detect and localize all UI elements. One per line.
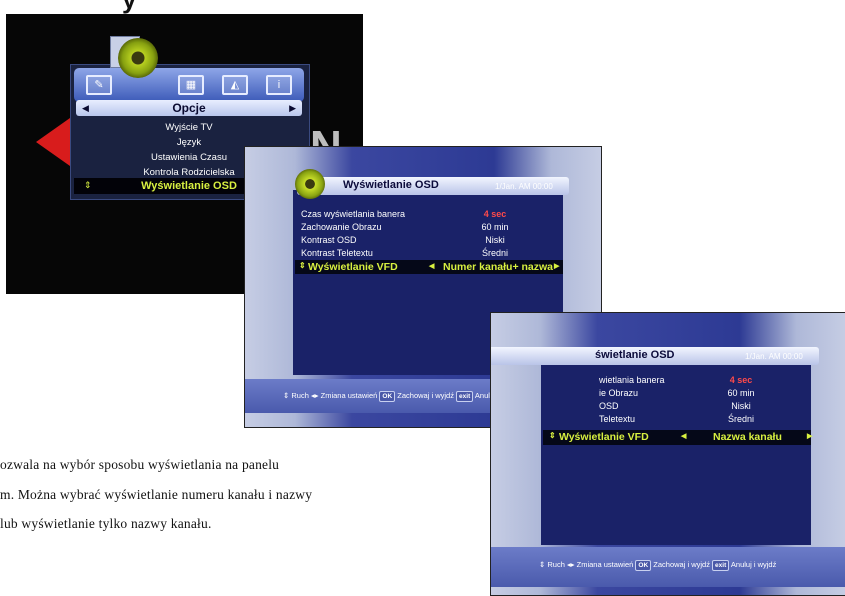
picture-icon[interactable]: ◭ [222,75,248,95]
settings-title: Wyświetlanie OSD [343,179,439,191]
banner-time-value[interactable]: 4 sec [445,209,545,219]
leftright-arrow-icon: ◂▸ [567,560,575,569]
teletext-contrast-value[interactable]: Średni [691,414,791,424]
menu-item-tv-output[interactable]: Wyjście TV [74,120,304,135]
brand-logo-arrow [36,118,70,166]
arrow-right-icon[interactable]: ▶ [289,103,296,114]
osd-contrast-label[interactable]: Kontrast OSD [301,235,357,245]
hint-save: Zachowaj i wyjdź [653,560,710,569]
picture-keep-label[interactable]: ie Obrazu [599,388,638,398]
osd-contrast-label[interactable]: OSD [599,401,619,411]
updown-arrow-icon: ⇕ [283,391,290,400]
settings-title: świetlanie OSD [595,349,675,361]
page-title-fragment: y [122,0,137,15]
osd-contrast-value[interactable]: Niski [691,401,791,411]
ok-button-icon: OK [635,560,652,571]
banner-time-label[interactable]: Czas wyświetlania banera [301,209,405,219]
section-label: Opcje [172,101,206,115]
vfd-display-label[interactable]: Wyświetlanie VFD [559,431,649,443]
picture-keep-value[interactable]: 60 min [445,222,545,232]
arrow-left-icon[interactable]: ◀ [681,432,686,440]
arrow-left-icon[interactable]: ◀ [82,103,89,114]
hint-move: Ruch [291,391,309,400]
key-hints: ⇕ Ruch ◂▸ Zmiana ustawień OK Zachowaj i … [539,560,776,571]
calendar-icon[interactable]: ▦ [178,75,204,95]
hint-change: Zmiana ustawień [320,391,378,400]
arrow-right-icon[interactable]: ▶ [554,262,559,270]
hint-cancel: Anuluj i wyjdź [730,560,777,569]
updown-arrow-icon: ⇕ [299,261,306,270]
updown-arrow-icon: ⇕ [539,560,546,569]
updown-arrow-icon: ⇕ [549,431,556,440]
exit-button-icon: exit [712,560,730,571]
body-text-line: ozwala na wybór sposobu wyświetlania na … [0,457,280,472]
picture-keep-label[interactable]: Zachowanie Obrazu [301,222,382,232]
exit-button-icon: exit [456,391,474,402]
osd-contrast-value[interactable]: Niski [445,235,545,245]
vfd-display-label[interactable]: Wyświetlanie VFD [308,261,398,273]
teletext-contrast-label[interactable]: Kontrast Teletextu [301,248,373,258]
datetime: 1/Jan. AM 00:00 [495,182,553,191]
tv-icon[interactable]: ✎ [86,75,112,95]
datetime: 1/Jan. AM 00:00 [745,352,803,361]
section-header[interactable]: ◀ Opcje ▶ [76,100,302,116]
banner-time-value[interactable]: 4 sec [691,375,791,385]
banner-time-label[interactable]: wietlania banera [599,375,665,385]
key-hint-bar: ⇕ Ruch ◂▸ Zmiana ustawień OK Zachowaj i … [491,547,845,587]
menu-icon-bar: ✎ ▦ ◭ i [74,68,304,102]
hint-change: Zmiana ustawień [576,560,634,569]
arrow-right-icon[interactable]: ▶ [807,432,812,440]
hint-move: Ruch [547,560,565,569]
vfd-display-value[interactable]: Nazwa kanału [713,431,782,443]
body-text-line: m. Można wybrać wyświetlanie numeru kana… [0,487,313,502]
leftright-arrow-icon: ◂▸ [311,391,319,400]
info-icon[interactable]: i [266,75,292,95]
teletext-contrast-label[interactable]: Teletextu [599,414,635,424]
vfd-display-value[interactable]: Numer kanału+ nazwa [443,261,553,273]
settings-panel [541,357,811,545]
teletext-contrast-value[interactable]: Średni [445,248,545,258]
body-text-line: lub wyświetlanie tylko nazwy kanału. [0,516,212,531]
ok-button-icon: OK [379,391,396,402]
picture-keep-value[interactable]: 60 min [691,388,791,398]
key-hints: ⇕ Ruch ◂▸ Zmiana ustawień OK Zachowaj i … [283,391,520,402]
hint-save: Zachowaj i wyjdź [397,391,454,400]
gear-icon[interactable] [118,38,158,78]
osd-settings-screenshot-2: świetlanie OSD 1/Jan. AM 00:00 wietlania… [490,312,845,596]
gear-icon [295,169,325,199]
arrow-left-icon[interactable]: ◀ [429,262,434,270]
